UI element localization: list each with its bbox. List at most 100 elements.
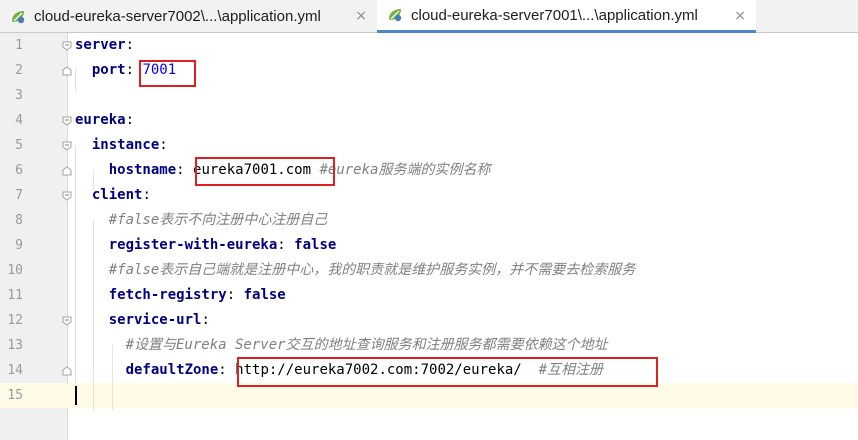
highlight-hostname-value: [195, 157, 335, 186]
code-line[interactable]: 2 port: 7001: [0, 58, 858, 83]
code-line[interactable]: 13 #设置与Eureka Server交互的地址查询服务和注册服务都需要依赖这…: [0, 333, 858, 358]
yaml-value: :: [125, 112, 135, 128]
fold-end-icon[interactable]: [62, 66, 72, 76]
code-line[interactable]: 10 #false表示自己端就是注册中心，我的职责就是维护服务实例，并不需要去检…: [0, 258, 858, 283]
yaml-key: client: [91, 187, 143, 203]
close-icon[interactable]: ×: [734, 8, 746, 24]
editor-tab-bar: cloud-eureka-server7002\...\application.…: [0, 0, 858, 33]
indent-guide: [112, 345, 113, 410]
yaml-key: service-url: [108, 312, 202, 328]
line-code: fetch-registry: false: [75, 283, 286, 308]
code-line[interactable]: 6 hostname: eureka7001.com #eureka服务端的实例…: [0, 158, 858, 183]
yaml-value: :: [277, 237, 295, 253]
code-line[interactable]: 5 instance:: [0, 133, 858, 158]
yaml-key: fetch-registry: [108, 287, 227, 303]
line-number: 6: [15, 163, 23, 178]
yaml-file-icon: [389, 9, 402, 22]
line-number: 8: [15, 213, 23, 228]
line-number: 7: [15, 188, 23, 203]
line-number: 9: [15, 238, 23, 253]
line-code: service-url:: [75, 308, 210, 333]
code-line[interactable]: 4 eureka:: [0, 108, 858, 133]
yaml-value: :: [159, 137, 168, 153]
yaml-value: :: [142, 187, 151, 203]
yaml-key: port: [91, 62, 126, 78]
highlight-port-value: [139, 60, 196, 87]
line-code: instance:: [75, 133, 168, 158]
yaml-boolean: false: [294, 237, 337, 253]
tab-label: cloud-eureka-server7001\...\application.…: [411, 6, 698, 24]
fold-collapse-icon[interactable]: [62, 116, 72, 126]
fold-collapse-icon[interactable]: [62, 41, 72, 51]
yaml-boolean: false: [243, 287, 286, 303]
code-line[interactable]: 12 service-url:: [0, 308, 858, 333]
code-line[interactable]: 3: [0, 83, 858, 108]
line-number: 13: [7, 338, 23, 353]
code-line[interactable]: 1 server:: [0, 33, 858, 58]
line-number: 14: [7, 363, 23, 378]
yaml-file-icon: [12, 10, 25, 23]
code-editor[interactable]: 1 server: 2 port: 7001 3 4 eureka: 5 instance:…: [0, 33, 858, 440]
code-line[interactable]: 9 register-with-eureka: false: [0, 233, 858, 258]
yaml-value: :: [226, 287, 244, 303]
yaml-key: defaultZone: [125, 362, 219, 378]
yaml-comment: #false表示自己端就是注册中心，我的职责就是维护服务实例，并不需要去检索服务: [108, 262, 636, 278]
line-number: 12: [7, 313, 23, 328]
line-number: 5: [15, 138, 23, 153]
yaml-key: server: [75, 37, 126, 53]
yaml-value: :: [218, 362, 236, 378]
text-caret: [75, 386, 77, 405]
tab-label: cloud-eureka-server7002\...\application.…: [34, 8, 321, 25]
line-number: 4: [15, 113, 23, 128]
yaml-key: instance: [91, 137, 160, 153]
code-line[interactable]: 7 client:: [0, 183, 858, 208]
yaml-value: :: [201, 312, 210, 328]
indent-guide: [75, 70, 76, 90]
line-number: 3: [15, 88, 23, 103]
yaml-value: :: [176, 162, 194, 178]
fold-collapse-icon[interactable]: [62, 316, 72, 326]
line-code: #设置与Eureka Server交互的地址查询服务和注册服务都需要依赖这个地址: [75, 333, 608, 358]
fold-collapse-icon[interactable]: [62, 191, 72, 201]
fold-end-icon[interactable]: [62, 166, 72, 176]
code-line[interactable]: 11 fetch-registry: false: [0, 283, 858, 308]
tab-server7001-application-yml[interactable]: cloud-eureka-server7001\...\application.…: [377, 0, 756, 33]
yaml-comment: #设置与Eureka Server交互的地址查询服务和注册服务都需要依赖这个地址: [125, 337, 608, 353]
line-code: server:: [75, 33, 134, 58]
yaml-key: eureka: [75, 112, 126, 128]
yaml-key: register-with-eureka: [108, 237, 278, 253]
line-number: 11: [7, 288, 23, 303]
line-code: #false表示自己端就是注册中心，我的职责就是维护服务实例，并不需要去检索服务: [75, 258, 636, 283]
yaml-comment: #false表示不向注册中心注册自己: [108, 212, 328, 228]
line-number: 1: [15, 38, 23, 53]
close-icon[interactable]: ×: [355, 8, 367, 24]
fold-end-icon[interactable]: [62, 366, 72, 376]
line-code: client:: [75, 183, 151, 208]
indent-guide: [93, 170, 94, 190]
highlight-defaultzone-value: [237, 357, 658, 387]
code-line[interactable]: 8 #false表示不向注册中心注册自己: [0, 208, 858, 233]
yaml-value: :: [125, 37, 135, 53]
line-number: 2: [15, 63, 23, 78]
line-code: #false表示不向注册中心注册自己: [75, 208, 328, 233]
yaml-key: hostname: [108, 162, 177, 178]
indent-guide: [75, 145, 76, 391]
yaml-comment: #eureka服务端的实例名称: [319, 162, 491, 178]
indent-guide: [93, 220, 94, 410]
fold-collapse-icon[interactable]: [62, 141, 72, 151]
tab-server7002-application-yml[interactable]: cloud-eureka-server7002\...\application.…: [0, 0, 377, 33]
line-code: eureka:: [75, 108, 134, 133]
line-code: register-with-eureka: false: [75, 233, 337, 258]
line-number: 10: [7, 263, 23, 278]
